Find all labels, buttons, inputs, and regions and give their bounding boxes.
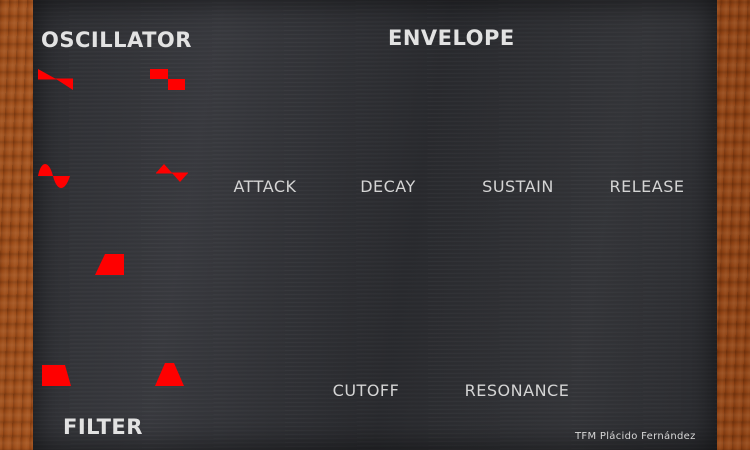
sawtooth-wave-icon[interactable] [37,67,75,93]
decay-control[interactable]: DECAY [328,177,448,196]
resonance-control[interactable]: RESONANCE [457,381,577,400]
sine-wave-icon[interactable] [36,161,74,191]
synth-window: OSCILLATOR ENVELOPE FILTER ATTACK DECAY … [0,0,750,450]
square-wave-icon[interactable] [149,68,187,92]
filter-title: FILTER [63,415,143,439]
bandpass-filter-icon[interactable] [94,253,126,276]
cutoff-control[interactable]: CUTOFF [306,381,426,400]
wood-frame-left [0,0,33,450]
envelope-title: ENVELOPE [388,26,515,50]
credits-text: TFM Plácido Fernández [575,431,696,442]
sustain-control[interactable]: SUSTAIN [458,177,578,196]
highpass-filter-icon[interactable] [154,362,186,387]
lowpass-filter-icon[interactable] [41,364,73,387]
attack-control[interactable]: ATTACK [205,177,325,196]
triangle-wave-icon[interactable] [154,163,190,185]
oscillator-title: OSCILLATOR [41,28,192,52]
wood-frame-right [717,0,750,450]
release-control[interactable]: RELEASE [587,177,707,196]
